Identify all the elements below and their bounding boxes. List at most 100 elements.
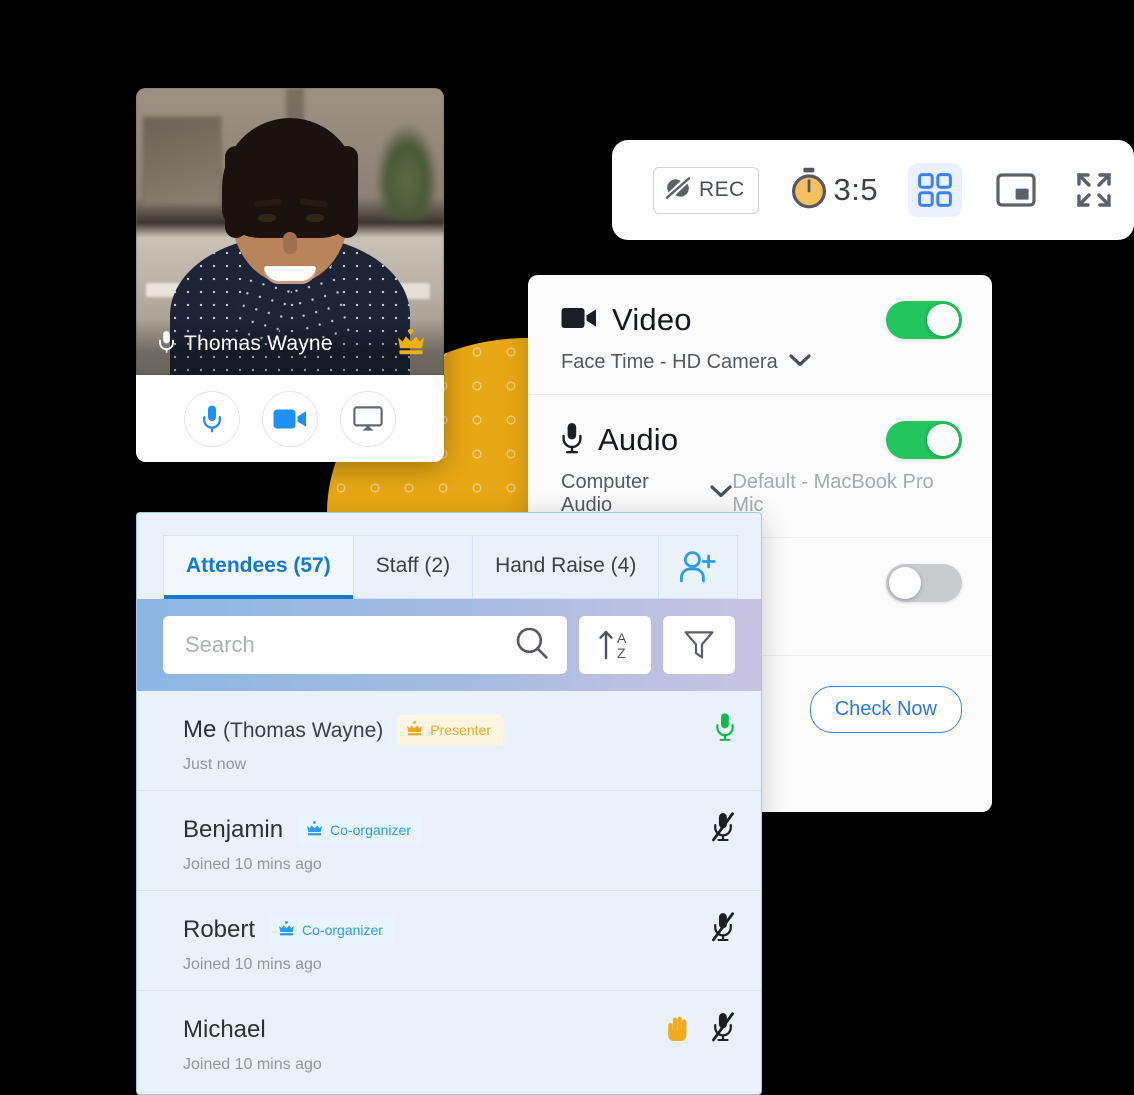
participant-nose: [283, 232, 297, 254]
record-button-label: REC: [699, 178, 745, 201]
attendee-join-time: Joined 10 mins ago: [183, 956, 322, 973]
search-placeholder: Search: [185, 632, 255, 657]
attendee-name: Michael: [183, 1016, 266, 1044]
list-item[interactable]: Benjamin Co-organizer Joined 10 mins ago: [137, 791, 761, 891]
background-shelf: [142, 116, 222, 206]
attendee-join-time: Just now: [183, 756, 247, 773]
audio-source-name: Computer Audio: [561, 471, 649, 516]
video-settings-row: Video Face Time - HD Camera: [528, 275, 992, 395]
video-feed: Thomas Wayne: [136, 88, 444, 375]
raised-hand-icon[interactable]: [667, 1014, 689, 1046]
add-person-button[interactable]: [658, 535, 739, 599]
microphone-icon[interactable]: [715, 711, 735, 748]
audio-settings-title: Audio: [598, 422, 679, 457]
tab-attendees-label: Attendees: [186, 554, 288, 577]
crown-icon: [396, 328, 426, 360]
tab-attendees[interactable]: Attendees (57): [163, 535, 353, 599]
chevron-down-icon[interactable]: [710, 485, 733, 503]
attendee-actions: [711, 911, 735, 948]
airplay-icon: [353, 405, 383, 431]
screen-share-button[interactable]: [340, 390, 396, 447]
tab-hand-raise[interactable]: Hand Raise (4): [472, 535, 659, 599]
video-camera-icon: [273, 409, 306, 428]
participant-eye: [306, 214, 324, 222]
video-toggle[interactable]: [886, 301, 962, 339]
grid-view-icon: [918, 173, 953, 207]
attendee-actions: [715, 711, 735, 748]
chevron-down-icon[interactable]: [789, 353, 811, 372]
grid-view-button[interactable]: [908, 163, 963, 217]
video-settings-title: Video: [612, 302, 692, 337]
add-person-icon: [680, 551, 716, 583]
video-device-name: Face Time - HD Camera: [561, 351, 778, 373]
microphone-icon: [203, 405, 221, 432]
third-toggle[interactable]: [886, 564, 962, 602]
toggle-knob: [927, 304, 959, 336]
screen-root: Thomas Wayne REC 3:5 Video Face Time - H…: [0, 0, 1134, 1095]
attendee-join-time: Joined 10 mins ago: [183, 1056, 322, 1073]
attendee-name: Benjamin: [183, 816, 283, 844]
search-input[interactable]: Search: [163, 616, 567, 674]
record-button[interactable]: REC: [653, 166, 759, 214]
tab-staff-count: (2): [424, 554, 451, 577]
status-badge: Co-organizer: [269, 914, 395, 945]
tab-hand-raise-count: (4): [610, 554, 637, 577]
tab-attendees-count: (57): [293, 554, 331, 577]
tab-staff-label: Staff: [375, 554, 419, 577]
audio-toggle[interactable]: [886, 421, 962, 459]
timer-value: 3:5: [833, 172, 879, 207]
status-badge-label: Co-organizer: [302, 921, 383, 938]
attendees-list: Me (Thomas Wayne) Presenter Just now Ben…: [137, 691, 761, 1090]
microphone-muted-icon[interactable]: [711, 1011, 735, 1048]
toggle-knob: [927, 424, 959, 456]
participant-hair: [336, 146, 358, 238]
microphone-muted-icon[interactable]: [711, 811, 735, 848]
picture-in-picture-button[interactable]: [992, 166, 1040, 214]
attendee-name-text: Me: [183, 715, 217, 743]
search-icon[interactable]: [515, 626, 549, 665]
svg-text:A: A: [617, 630, 627, 646]
attendee-actions: [667, 1011, 735, 1048]
status-badge-label: Presenter: [430, 721, 491, 738]
microphone-icon: [158, 330, 175, 359]
participant-mouth: [264, 266, 316, 284]
attendee-actions: [711, 811, 735, 848]
self-video-tile[interactable]: Thomas Wayne: [136, 88, 444, 462]
fullscreen-icon: [1077, 173, 1111, 207]
list-item[interactable]: Robert Co-organizer Joined 10 mins ago: [137, 891, 761, 991]
tile-name-overlay: Thomas Wayne: [136, 319, 444, 375]
status-badge: Co-organizer: [297, 814, 423, 845]
tab-staff[interactable]: Staff (2): [352, 535, 473, 599]
attendee-name: Robert: [183, 916, 255, 944]
mic-button[interactable]: [184, 390, 240, 447]
attendee-name: Me (Thomas Wayne): [183, 716, 383, 744]
filter-icon: [684, 631, 714, 659]
check-now-button[interactable]: Check Now: [809, 686, 962, 733]
filter-button[interactable]: [663, 616, 735, 674]
microphone-icon: [561, 422, 583, 459]
crown-icon: [406, 720, 423, 739]
attendee-name-text: Benjamin: [183, 815, 284, 843]
attendees-search-bar: Search A Z: [137, 599, 761, 691]
video-camera-icon: [561, 306, 597, 335]
status-badge: Presenter: [397, 714, 503, 745]
camera-button[interactable]: [262, 390, 318, 447]
microphone-muted-icon[interactable]: [711, 911, 735, 948]
tab-hand-raise-label: Hand Raise: [495, 554, 605, 577]
status-badge-label: Co-organizer: [330, 821, 411, 838]
list-item[interactable]: Me (Thomas Wayne) Presenter Just now: [137, 691, 761, 791]
attendee-name-text: Michael: [183, 1015, 266, 1043]
attendees-tabs: Attendees (57) Staff (2) Hand Raise (4): [137, 513, 761, 599]
meeting-toolbar: REC 3:5: [612, 140, 1134, 240]
participant-eye: [258, 214, 276, 222]
sort-button[interactable]: A Z: [579, 616, 651, 674]
fullscreen-button[interactable]: [1070, 166, 1118, 214]
background-plant: [376, 124, 438, 220]
list-item[interactable]: Michael Joined 10 mins ago: [137, 991, 761, 1090]
participant-hair: [225, 146, 247, 238]
svg-text:Z: Z: [617, 645, 626, 661]
stopwatch-icon: [789, 167, 829, 214]
attendee-fullname: (Thomas Wayne): [223, 718, 384, 742]
audio-device-name: Default - MacBook Pro Mic: [732, 471, 934, 516]
attendee-name-text: Robert: [183, 915, 256, 943]
